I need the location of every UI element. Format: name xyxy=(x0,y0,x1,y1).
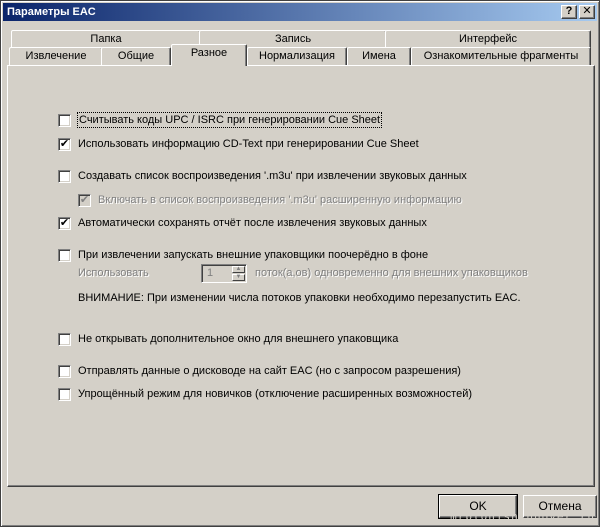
tab-label: Нормализация xyxy=(259,50,335,62)
tab-names[interactable]: Имена xyxy=(347,47,411,66)
threads-suffix: поток(а,ов) одновременно для внешних упа… xyxy=(255,267,528,279)
checkbox[interactable] xyxy=(58,170,71,183)
help-button[interactable]: ? xyxy=(561,5,577,19)
option-cd-text[interactable]: ✔ Использовать информацию CD-Text при ге… xyxy=(58,137,419,153)
threads-value: 1 xyxy=(207,267,214,279)
threads-stepper[interactable]: 1 ▲ ▼ xyxy=(201,264,247,283)
tab-general[interactable]: Общие xyxy=(101,47,171,66)
tab-preview-fragments[interactable]: Ознакомительные фрагменты xyxy=(411,47,591,66)
option-label: Автоматически сохранять отчёт после извл… xyxy=(78,217,427,229)
stepper-arrows: ▲ ▼ xyxy=(232,266,245,281)
option-label: При извлечении запускать внешние упаковщ… xyxy=(78,249,429,261)
option-beginner-mode[interactable]: Упрощённый режим для новичков (отключени… xyxy=(58,387,478,403)
arrow-down-icon[interactable]: ▼ xyxy=(232,274,245,281)
option-label: Создавать список воспроизведения '.m3u' … xyxy=(78,170,467,182)
option-send-drive-data[interactable]: Отправлять данные о дисководе на сайт EA… xyxy=(58,364,478,380)
tab-label: Запись xyxy=(274,33,312,45)
arrow-up-icon[interactable]: ▲ xyxy=(232,266,245,273)
misc-tab-panel: Считывать коды UPC / ISRC при генерирова… xyxy=(7,65,595,487)
option-label: Использовать информацию CD-Text при гене… xyxy=(78,138,419,150)
option-label: Считывать коды UPC / ISRC при генерирова… xyxy=(76,112,383,128)
option-extended-m3u[interactable]: ✔ Включать в список воспроизведения '.m3… xyxy=(78,193,478,209)
checkbox[interactable] xyxy=(58,333,71,346)
checkbox[interactable]: ✔ xyxy=(78,194,91,207)
option-create-m3u[interactable]: Создавать список воспроизведения '.m3u' … xyxy=(58,169,478,185)
checkbox[interactable] xyxy=(58,249,71,262)
tab-label: Имена xyxy=(362,50,396,62)
tab-normalization[interactable]: Нормализация xyxy=(247,47,347,66)
option-auto-save-log[interactable]: ✔ Автоматически сохранять отчёт после из… xyxy=(58,216,458,232)
option-label: Упрощённый режим для новичков (отключени… xyxy=(78,388,472,400)
tab-label: Ознакомительные фрагменты xyxy=(423,50,579,62)
option-label: Отправлять данные о дисководе на сайт EA… xyxy=(78,365,461,377)
checkbox[interactable]: ✔ xyxy=(58,138,71,151)
checkbox[interactable] xyxy=(58,388,71,401)
option-upc-isrc[interactable]: Считывать коды UPC / ISRC при генерирова… xyxy=(58,112,398,129)
checkbox[interactable]: ✔ xyxy=(58,217,71,230)
threads-prefix: Использовать xyxy=(78,267,149,279)
checkbox[interactable] xyxy=(58,114,71,127)
option-background-encoders[interactable]: При извлечении запускать внешние упаковщ… xyxy=(58,248,458,264)
tab-misc[interactable]: Разное xyxy=(171,44,247,66)
option-no-encoder-window[interactable]: Не открывать дополнительное окно для вне… xyxy=(58,332,438,348)
restart-warning: ВНИМАНИЕ: При изменении числа потоков уп… xyxy=(78,292,521,304)
checkbox[interactable] xyxy=(58,365,71,378)
tab-extraction[interactable]: Извлечение xyxy=(9,47,103,66)
tab-label: Разное xyxy=(190,47,228,59)
tab-label: Общие xyxy=(117,50,155,62)
watermark: mrplohish.nnover.ru xyxy=(450,510,595,523)
window-title: Параметры EAC xyxy=(7,6,96,18)
threads-row: Использовать 1 ▲ ▼ поток(а,ов) одновреме… xyxy=(78,264,548,284)
tab-label: Папка xyxy=(90,33,122,45)
close-button[interactable]: ✕ xyxy=(579,5,595,19)
tab-label: Интерфейс xyxy=(459,33,517,45)
option-label: Не открывать дополнительное окно для вне… xyxy=(78,333,399,345)
eac-options-dialog: Параметры EAC ? ✕ Папка Запись Интерфейс… xyxy=(0,0,600,527)
title-bar: Параметры EAC ? ✕ xyxy=(3,3,597,21)
tab-label: Извлечение xyxy=(25,50,87,62)
option-label: Включать в список воспроизведения '.m3u'… xyxy=(98,194,462,206)
